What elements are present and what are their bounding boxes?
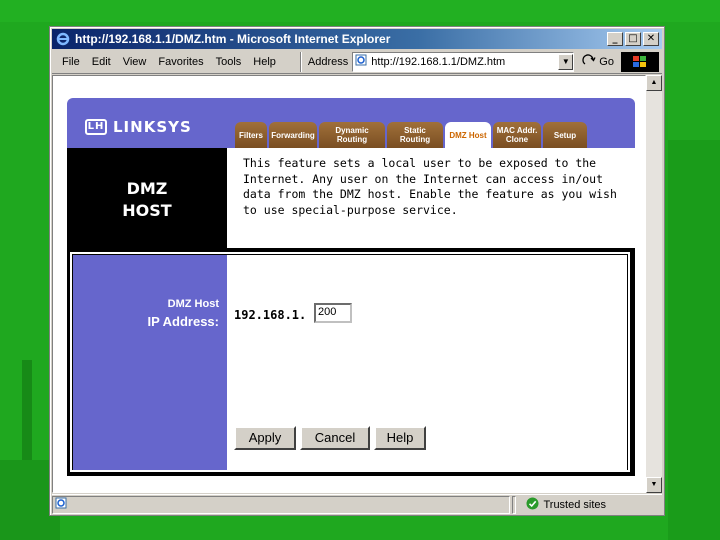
chevron-down-icon[interactable]: ▼	[558, 53, 574, 70]
status-text-area	[52, 495, 511, 514]
tab-filters[interactable]: Filters	[235, 122, 267, 148]
tab-mac-addr-clone[interactable]: MAC Addr. Clone	[493, 122, 541, 148]
title-bar[interactable]: http://192.168.1.1/DMZ.htm - Microsoft I…	[52, 29, 662, 49]
ie-window: http://192.168.1.1/DMZ.htm - Microsoft I…	[49, 26, 665, 516]
security-zone: Trusted sites	[522, 497, 662, 513]
windows-flag-icon	[621, 51, 659, 72]
help-button[interactable]: Help	[374, 426, 426, 450]
go-button[interactable]: Go	[582, 53, 614, 70]
linksys-logo: LH LINKSYS	[85, 118, 192, 136]
feature-description: This feature sets a local user to be exp…	[243, 156, 617, 217]
address-input[interactable]: http://192.168.1.1/DMZ.htm ▼	[352, 51, 575, 72]
linksys-logo-mark: LH	[85, 119, 107, 135]
tab-dynamic-routing[interactable]: Dynamic Routing	[319, 122, 385, 148]
status-divider	[512, 495, 517, 514]
scroll-down-icon[interactable]: ▼	[646, 477, 662, 493]
ie-page-icon	[55, 496, 67, 514]
ip-prefix: 192.168.1.	[234, 308, 307, 322]
menu-view[interactable]: View	[123, 56, 147, 68]
ip-address-label: IP Address:	[147, 314, 219, 329]
menu-favorites[interactable]: Favorites	[158, 56, 203, 68]
menu-tools[interactable]: Tools	[216, 56, 242, 68]
go-arrow-icon	[582, 53, 596, 70]
tab-forwarding[interactable]: Forwarding	[269, 122, 317, 148]
page-content: LH LINKSYS Filters Forwarding Dynamic Ro…	[52, 75, 646, 493]
go-label: Go	[599, 55, 614, 68]
tab-setup[interactable]: Setup	[543, 122, 587, 148]
trusted-check-icon	[526, 497, 539, 513]
menu-bar: File Edit View Favorites Tools Help Addr…	[52, 50, 662, 74]
linksys-logo-text: LINKSYS	[113, 118, 192, 136]
address-text: http://192.168.1.1/DMZ.htm	[371, 55, 506, 68]
menu-edit[interactable]: Edit	[92, 56, 111, 68]
security-zone-label: Trusted sites	[543, 498, 607, 511]
status-bar: Trusted sites	[52, 494, 662, 514]
form-label-column	[73, 255, 227, 470]
section-title: DMZ HOST	[67, 178, 227, 222]
close-button[interactable]: ✕	[643, 32, 659, 46]
section-title-line1: DMZ	[126, 179, 168, 198]
linksys-header: LH LINKSYS Filters Forwarding Dynamic Ro…	[67, 98, 635, 148]
slide-right-block	[668, 140, 720, 540]
tab-dmz-host[interactable]: DMZ Host	[445, 122, 491, 148]
window-title: http://192.168.1.1/DMZ.htm - Microsoft I…	[75, 32, 391, 46]
dmz-ip-input[interactable]: 200	[314, 303, 352, 323]
slide-top-stripe	[0, 0, 720, 22]
menu-help[interactable]: Help	[253, 56, 276, 68]
dmz-host-label: DMZ Host	[167, 298, 219, 310]
minimize-button[interactable]: _	[607, 32, 623, 46]
address-label: Address	[307, 55, 349, 68]
section-title-panel: DMZ HOST	[67, 148, 227, 248]
section-title-line2: HOST	[122, 201, 172, 220]
vertical-scrollbar[interactable]: ▲ ▼	[646, 75, 662, 493]
cancel-button[interactable]: Cancel	[300, 426, 370, 450]
ie-page-icon	[355, 54, 367, 69]
menu-file[interactable]: File	[62, 56, 80, 68]
apply-button[interactable]: Apply	[234, 426, 296, 450]
tab-bar: Filters Forwarding Dynamic Routing Stati…	[235, 122, 587, 148]
ie-logo-icon	[55, 31, 71, 47]
scroll-up-icon[interactable]: ▲	[646, 75, 662, 91]
tab-static-routing[interactable]: Static Routing	[387, 122, 443, 148]
maximize-button[interactable]: □	[625, 32, 641, 46]
menu-separator	[299, 51, 302, 72]
